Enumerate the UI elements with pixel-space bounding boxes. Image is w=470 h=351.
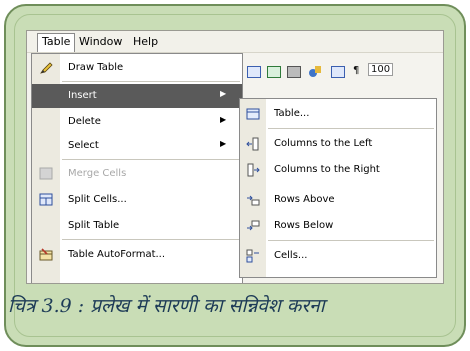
menu-help[interactable]: Help [133,35,158,48]
autoformat-icon [39,248,53,261]
submenu-item-label: Columns to the Right [274,164,380,175]
word-screenshot: Table Window Help ¶ 100 Draw Table Inser… [26,30,444,284]
split-cells-icon [39,193,53,206]
merge-cells-icon [39,167,53,180]
submenu-item-label: Rows Below [274,220,334,231]
submenu-item-label: Rows Above [274,194,335,205]
cells-icon [246,249,259,263]
menu-item-merge-cells: Merge Cells [32,162,242,186]
menu-separator [62,81,240,82]
menu-item-draw-table[interactable]: Draw Table [32,56,242,80]
menu-separator [62,159,240,160]
menu-item-label: Merge Cells [68,168,127,179]
submenu-item-rows-below[interactable]: Rows Below [240,213,436,239]
menu-item-label: Split Cells... [68,194,127,205]
figure-caption: चित्र 3.9 : प्रलेख में सारणी का सन्निवेश… [8,295,325,317]
menu-item-label: Draw Table [68,62,124,73]
rows-below-icon [247,220,260,231]
submenu-item-columns-left[interactable]: Columns to the Left [240,131,436,157]
menu-table[interactable]: Table [37,33,76,52]
menu-item-split-table[interactable]: Split Table [32,214,242,238]
menu-item-label: Delete [68,116,101,127]
submenu-separator [268,128,434,129]
show-hide-icon[interactable]: ¶ [353,65,359,76]
submenu-separator [268,240,434,241]
menu-item-label: Select [68,140,99,151]
rows-above-icon [247,195,260,206]
pencil-icon [40,62,53,74]
menu-item-label: Table AutoFormat... [68,249,166,260]
submenu-arrow-icon: ▶ [220,89,227,98]
table-menu: Draw Table Insert ▶ Delete ▶ Select ▶ Me… [31,53,243,283]
table-icon [246,108,260,120]
submenu-item-label: Table... [274,108,310,119]
menu-separator [62,239,240,240]
submenu-item-label: Cells... [274,250,308,261]
spreadsheet-icon[interactable] [267,66,281,78]
table-grid-icon[interactable] [247,66,261,78]
submenu-arrow-icon: ▶ [220,139,227,148]
document-map-icon[interactable] [331,66,345,78]
submenu-item-label: Columns to the Left [274,138,373,149]
menu-item-delete[interactable]: Delete ▶ [32,110,242,134]
submenu-item-rows-above[interactable]: Rows Above [240,187,436,213]
menu-item-select[interactable]: Select ▶ [32,134,242,158]
drawing-icon[interactable] [307,64,323,80]
insert-submenu: Table... Columns to the Left Columns to … [239,98,437,278]
zoom-box[interactable]: 100 [368,63,394,76]
toolbar: ¶ 100 [235,53,443,90]
submenu-item-table[interactable]: Table... [240,101,436,127]
menu-item-label: Split Table [68,220,120,231]
columns-icon[interactable] [287,66,301,78]
columns-left-icon [246,137,259,151]
submenu-arrow-icon: ▶ [220,115,227,124]
menu-item-split-cells[interactable]: Split Cells... [32,188,242,212]
menu-item-label: Insert [68,90,97,101]
menu-item-insert[interactable]: Insert ▶ [32,84,242,108]
columns-right-icon [247,163,260,177]
submenu-item-columns-right[interactable]: Columns to the Right [240,157,436,183]
menu-window[interactable]: Window [79,35,122,48]
submenu-item-cells[interactable]: Cells... [240,243,436,269]
menu-item-table-autoformat[interactable]: Table AutoFormat... [32,243,242,267]
menu-bar: Table Window Help [27,31,443,53]
